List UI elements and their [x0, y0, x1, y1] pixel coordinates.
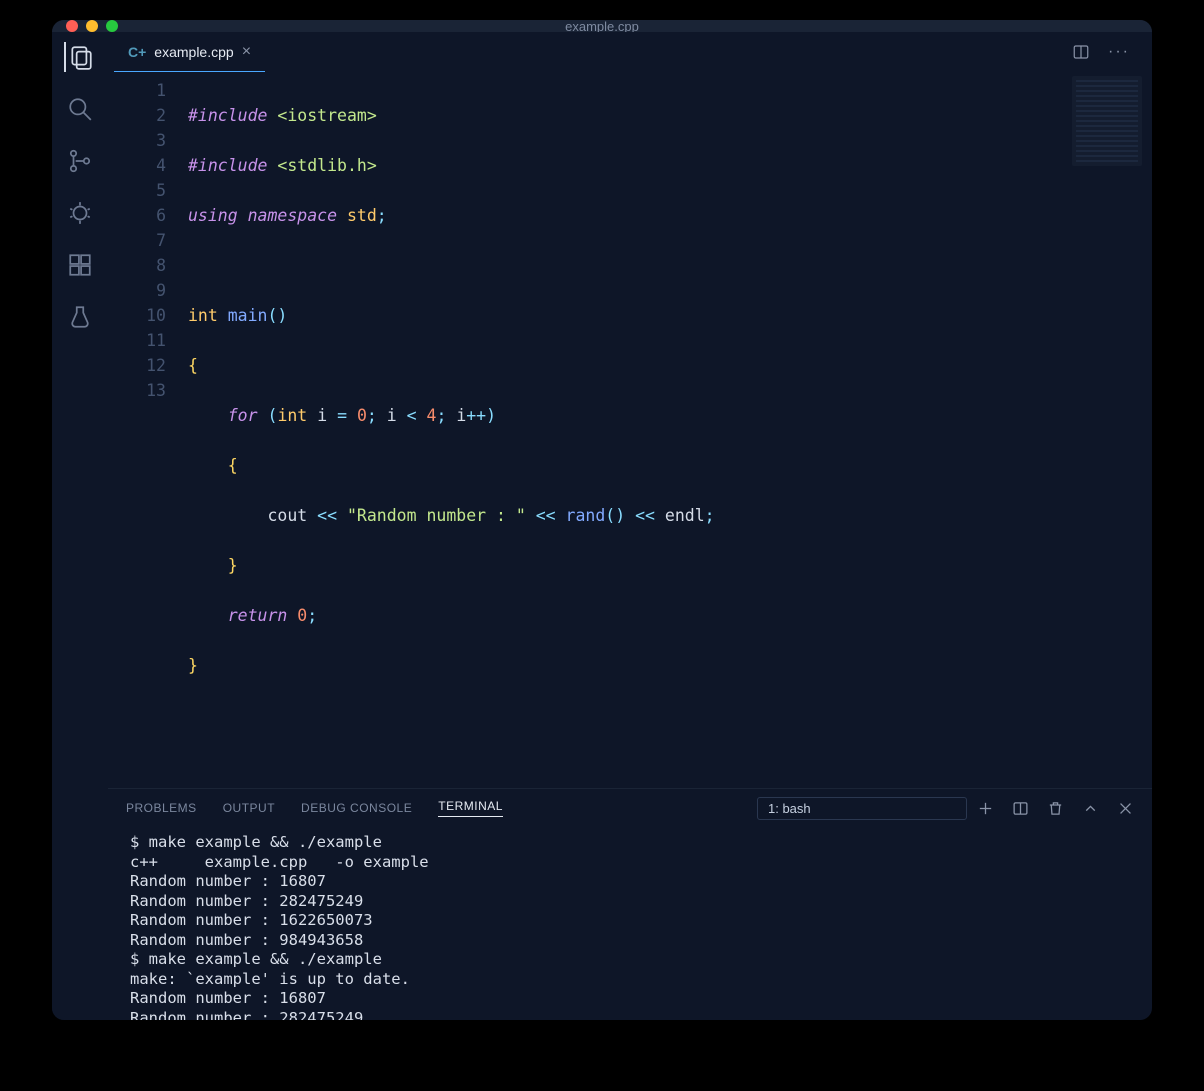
more-actions-icon[interactable]: ··· — [1108, 43, 1130, 61]
new-terminal-icon[interactable] — [977, 800, 994, 817]
terminal-output[interactable]: $ make example && ./example c++ example.… — [108, 827, 1152, 1020]
cpp-file-icon: C+ — [128, 44, 146, 60]
testing-icon[interactable] — [65, 302, 95, 332]
explorer-icon[interactable] — [64, 42, 94, 72]
tab-debug-console[interactable]: DEBUG CONSOLE — [301, 801, 412, 815]
bottom-panel: PROBLEMS OUTPUT DEBUG CONSOLE TERMINAL 1… — [108, 788, 1152, 1020]
tab-bar: C+ example.cpp × ··· — [108, 32, 1152, 72]
source-control-icon[interactable] — [65, 146, 95, 176]
vscode-window: example.cpp — [52, 20, 1152, 1020]
editor-area: C+ example.cpp × ··· 12345678910111213 #… — [108, 32, 1152, 1020]
tab-terminal[interactable]: TERMINAL — [438, 799, 503, 817]
activity-bar — [52, 32, 108, 1020]
close-panel-icon[interactable] — [1117, 800, 1134, 817]
line-gutter: 12345678910111213 — [108, 78, 188, 778]
tab-output[interactable]: OUTPUT — [223, 801, 275, 815]
panel-tabs: PROBLEMS OUTPUT DEBUG CONSOLE TERMINAL 1… — [108, 789, 1152, 827]
code-content[interactable]: #include <iostream> #include <stdlib.h> … — [188, 78, 1152, 778]
editor-actions: ··· — [1072, 43, 1152, 61]
split-editor-icon[interactable] — [1072, 43, 1090, 61]
code-editor[interactable]: 12345678910111213 #include <iostream> #i… — [108, 72, 1152, 788]
debug-icon[interactable] — [65, 198, 95, 228]
titlebar: example.cpp — [52, 20, 1152, 32]
maximize-panel-icon[interactable] — [1082, 800, 1099, 817]
tab-example-cpp[interactable]: C+ example.cpp × — [114, 32, 265, 72]
extensions-icon[interactable] — [65, 250, 95, 280]
search-icon[interactable] — [65, 94, 95, 124]
tab-problems[interactable]: PROBLEMS — [126, 801, 197, 815]
terminal-selector[interactable]: 1: bash — [757, 797, 967, 820]
tab-filename: example.cpp — [154, 44, 233, 60]
kill-terminal-icon[interactable] — [1047, 800, 1064, 817]
split-terminal-icon[interactable] — [1012, 800, 1029, 817]
close-tab-icon[interactable]: × — [242, 43, 251, 61]
